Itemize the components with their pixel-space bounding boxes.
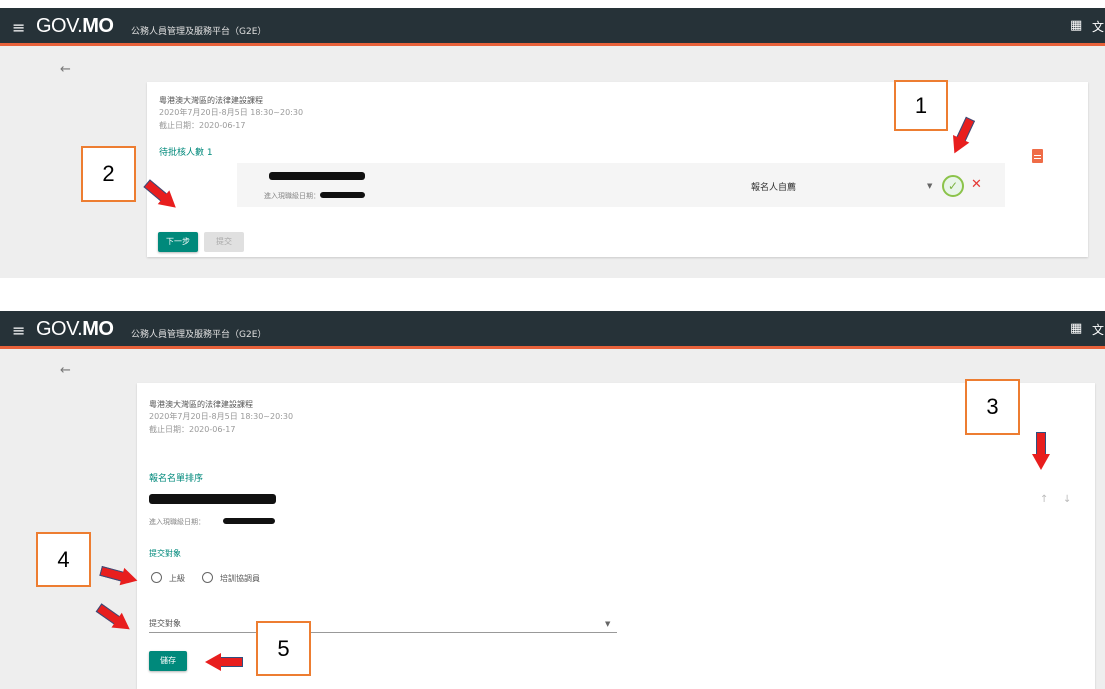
redacted-name [269, 172, 365, 180]
course-deadline: 截止日期：2020-06-17 [149, 425, 236, 434]
grid-icon[interactable]: ▦ [1070, 321, 1082, 336]
course-title: 粵港澳大灣區的法律建設課程 [159, 96, 263, 105]
arrow-icon [203, 653, 243, 671]
move-up-icon[interactable]: ↑ [1040, 494, 1048, 505]
redacted-date [320, 192, 365, 198]
language-button[interactable]: 文 [1092, 18, 1104, 35]
platform-title: 公務人員管理及服務平台（G2E） [131, 27, 267, 37]
callout-5: 5 [256, 621, 311, 676]
course-title: 粵港澳大灣區的法律建設課程 [149, 400, 253, 409]
pending-count: 待批核人數 1 [159, 148, 213, 158]
callout-3: 3 [965, 379, 1020, 435]
screenshot-sorting: ≡ GOV.MO 公務人員管理及服務平台（G2E） ▦ 文 ← 粵港澳大灣區的法… [0, 311, 1105, 689]
entry-date-label: 進入現職級日期： [264, 192, 320, 200]
next-button[interactable]: 下一步 [158, 232, 198, 252]
radio-superior-label[interactable]: 上級 [169, 573, 185, 584]
course-date: 2020年7月20日-8月5日 18:30~20:30 [159, 108, 304, 117]
brand-logo[interactable]: GOV.MO [36, 318, 114, 341]
radio-coordinator-label[interactable]: 培訓協調員 [220, 573, 260, 584]
dropdown-underline [149, 632, 617, 633]
course-date: 2020年7月20日-8月5日 18:30~20:30 [149, 412, 294, 421]
source-select[interactable]: 報名人自薦 [751, 180, 796, 193]
app-bar: ≡ GOV.MO 公務人員管理及服務平台（G2E） ▦ 文 [0, 311, 1105, 349]
chevron-down-icon[interactable]: ▼ [605, 620, 610, 628]
radio-coordinator[interactable] [202, 572, 213, 583]
callout-2: 2 [81, 146, 136, 202]
sort-title: 報名名單排序 [149, 474, 204, 484]
applicant-row: 進入現職級日期： 報名人自薦 ▼ ✓ ✕ [237, 163, 1005, 207]
callout-1: 1 [894, 80, 948, 131]
chevron-down-icon[interactable]: ▼ [927, 182, 932, 190]
menu-icon[interactable]: ≡ [12, 321, 25, 340]
app-bar: ≡ GOV.MO 公務人員管理及服務平台（G2E） ▦ 文 [0, 8, 1105, 46]
radio-superior[interactable] [151, 572, 162, 583]
submit-target-title: 提交對象 [149, 549, 181, 558]
platform-title: 公務人員管理及服務平台（G2E） [131, 330, 267, 340]
back-arrow-icon[interactable]: ← [60, 62, 71, 77]
approve-check-icon[interactable]: ✓ [942, 175, 964, 197]
language-button[interactable]: 文 [1092, 321, 1104, 338]
submit-button[interactable]: 提交 [204, 232, 244, 252]
course-deadline: 截止日期：2020-06-17 [159, 121, 246, 130]
save-button[interactable]: 儲存 [149, 651, 187, 671]
move-down-icon[interactable]: ↓ [1063, 494, 1071, 505]
target-dropdown[interactable]: 提交對象 [149, 618, 181, 629]
back-arrow-icon[interactable]: ← [60, 363, 71, 378]
document-icon[interactable] [1032, 149, 1043, 163]
screenshot-approval: ≡ GOV.MO 公務人員管理及服務平台（G2E） ▦ 文 ← 粵港澳大灣區的法… [0, 8, 1105, 278]
callout-4: 4 [36, 532, 91, 587]
arrow-icon [1032, 432, 1050, 472]
grid-icon[interactable]: ▦ [1070, 18, 1082, 33]
brand-logo[interactable]: GOV.MO [36, 15, 114, 38]
redacted-date [223, 518, 275, 524]
reject-x-icon[interactable]: ✕ [971, 177, 982, 192]
redacted-name [149, 494, 276, 504]
entry-date-label: 進入現職級日期： [149, 518, 205, 526]
menu-icon[interactable]: ≡ [12, 18, 25, 37]
